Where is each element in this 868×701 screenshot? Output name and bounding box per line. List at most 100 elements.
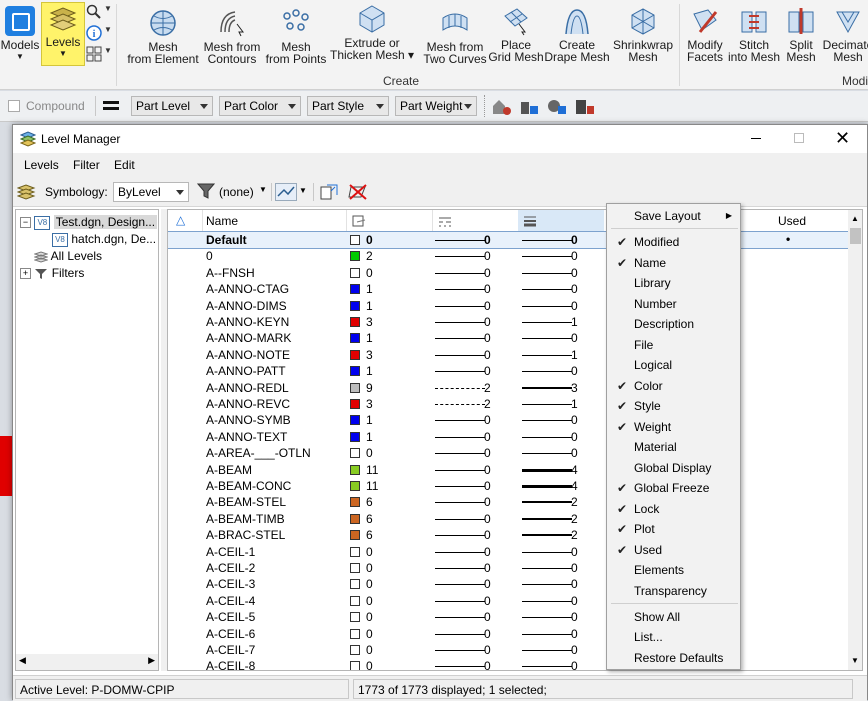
dropdown-arrow-icon[interactable]: ▼ <box>104 25 112 34</box>
shrinkwrap-mesh-button[interactable]: Shrinkwrap Mesh <box>610 2 676 63</box>
color-swatch[interactable] <box>350 546 360 557</box>
place-grid-mesh-button[interactable]: Place Grid Mesh <box>488 2 544 63</box>
scroll-left-icon[interactable]: ◀ <box>19 655 26 666</box>
scroll-right-icon[interactable]: ▶ <box>148 655 155 666</box>
level-plot-tool-icon[interactable] <box>574 96 596 116</box>
color-swatch[interactable] <box>350 333 360 344</box>
scroll-thumb[interactable] <box>850 228 861 244</box>
table-row[interactable]: A-AREA-___-OTLN 0 0 0 <box>168 445 848 461</box>
tree-item-hatch-dgn[interactable]: V8 hatch.dgn, De... <box>52 231 156 247</box>
table-row[interactable]: A-BEAM-CONC 11 0 4 <box>168 478 848 494</box>
models-button[interactable]: Models ▼ <box>0 2 40 63</box>
level-display-icon[interactable] <box>86 46 102 62</box>
color-swatch[interactable] <box>350 612 360 623</box>
new-level-icon[interactable] <box>16 183 37 201</box>
scroll-down-icon[interactable]: ▼ <box>851 656 859 665</box>
table-row[interactable]: A-ANNO-KEYN 3 0 1 <box>168 314 848 330</box>
color-swatch[interactable] <box>350 317 360 327</box>
menu-item-show-all[interactable]: Show All <box>607 607 740 627</box>
color-column-icon[interactable] <box>352 214 366 228</box>
menu-item-material[interactable]: Material <box>607 437 740 457</box>
filter-select[interactable]: (none) <box>219 185 254 199</box>
color-swatch[interactable] <box>350 382 360 393</box>
color-swatch[interactable] <box>350 481 360 491</box>
scroll-up-icon[interactable]: ▲ <box>851 214 859 223</box>
table-row[interactable]: A-CEIL-1 0 0 0 <box>168 544 848 560</box>
color-swatch[interactable] <box>350 366 360 377</box>
tree-item-all-levels[interactable]: All Levels <box>33 248 102 264</box>
table-row[interactable]: 0 2 0 0 <box>168 248 848 264</box>
table-row[interactable]: A-BEAM 11 0 4 <box>168 462 848 478</box>
menu-item-list[interactable]: List... <box>607 627 740 647</box>
table-row[interactable]: A-ANNO-CTAG 1 0 0 <box>168 281 848 297</box>
table-row[interactable]: A-ANNO-DIMS 1 0 0 <box>168 298 848 314</box>
menu-levels[interactable]: Levels <box>24 153 59 177</box>
table-row[interactable]: A-ANNO-NOTE 3 0 1 <box>168 347 848 363</box>
menu-item-restore-defaults[interactable]: Restore Defaults <box>607 648 740 668</box>
level-lock-tool-icon[interactable] <box>490 96 512 116</box>
tree-item-test-dgn[interactable]: − V8 Test.dgn, Design... <box>20 214 158 230</box>
split-mesh-button[interactable]: Split Mesh <box>782 2 820 63</box>
menu-item-plot[interactable]: ✔ Plot <box>607 519 740 539</box>
color-swatch[interactable] <box>350 300 360 311</box>
stitch-into-mesh-button[interactable]: Stitch into Mesh <box>728 2 780 63</box>
extrude-or-thicken-mesh-button[interactable]: Extrude or Thicken Mesh ▾ <box>330 2 414 61</box>
color-swatch[interactable] <box>350 399 360 409</box>
table-row[interactable]: A-ANNO-PATT 1 0 0 <box>168 363 848 379</box>
filter-dropdown-icon[interactable]: ▼ <box>259 185 267 194</box>
color-swatch[interactable] <box>350 530 360 541</box>
table-row[interactable]: A-BEAM-TIMB 6 0 2 <box>168 511 848 527</box>
menu-item-weight[interactable]: ✔ Weight <box>607 417 740 437</box>
compound-checkbox[interactable] <box>8 100 20 112</box>
level-freeze-tool-icon[interactable] <box>518 96 540 116</box>
menu-item-global-freeze[interactable]: ✔ Global Freeze <box>607 478 740 498</box>
collapse-icon[interactable]: − <box>20 217 31 229</box>
table-row[interactable]: A-CEIL-4 0 0 0 <box>168 593 848 609</box>
table-row[interactable]: A-CEIL-2 0 0 0 <box>168 560 848 576</box>
dropdown-arrow-icon[interactable]: ▼ <box>104 46 112 55</box>
info-icon[interactable]: i <box>86 25 102 41</box>
menu-item-global-display[interactable]: Global Display <box>607 458 740 478</box>
color-swatch[interactable] <box>350 563 360 573</box>
decimate-mesh-button[interactable]: Decimate Mesh <box>820 2 868 63</box>
symbology-select[interactable]: ByLevel <box>113 182 189 202</box>
line-weight-icon[interactable] <box>103 101 119 104</box>
table-row[interactable]: A-CEIL-3 0 0 0 <box>168 576 848 592</box>
table-row[interactable]: A-CEIL-6 0 0 0 <box>168 626 848 642</box>
dropdown-arrow-icon[interactable]: ▼ <box>104 4 112 13</box>
color-swatch[interactable] <box>350 431 360 442</box>
menu-item-logical[interactable]: Logical <box>607 355 740 375</box>
table-row[interactable]: A-ANNO-TEXT 1 0 0 <box>168 429 848 445</box>
menu-item-elements[interactable]: Elements <box>607 560 740 580</box>
style-column-icon[interactable] <box>438 214 452 228</box>
table-row[interactable]: A-CEIL-8 0 0 0 <box>168 658 848 670</box>
color-swatch[interactable] <box>350 513 360 524</box>
table-row[interactable]: A-ANNO-REVC 3 2 1 <box>168 396 848 412</box>
menu-item-save-layout[interactable]: Save Layout ▶ <box>607 206 740 226</box>
modified-column-icon[interactable]: △ <box>176 213 185 227</box>
menu-item-description[interactable]: Description <box>607 314 740 334</box>
display-dropdown-icon[interactable]: ▼ <box>299 186 307 195</box>
search-level-icon[interactable] <box>86 4 102 20</box>
modify-facets-button[interactable]: Modify Facets <box>682 2 728 63</box>
mesh-from-contours-button[interactable]: Mesh from Contours <box>202 2 262 65</box>
menu-item-modified[interactable]: ✔ Modified <box>607 232 740 252</box>
table-row[interactable]: A-CEIL-7 0 0 0 <box>168 642 848 658</box>
maximize-icon[interactable] <box>794 133 804 143</box>
tree-item-filters[interactable]: + Filters <box>20 265 84 281</box>
filter-funnel-icon[interactable] <box>196 182 216 200</box>
color-swatch[interactable] <box>350 497 360 508</box>
mesh-from-element-button[interactable]: Mesh from Element <box>124 2 202 65</box>
table-row[interactable]: A-ANNO-REDL 9 2 3 <box>168 380 848 396</box>
table-row[interactable]: A-ANNO-MARK 1 0 0 <box>168 330 848 346</box>
table-row[interactable]: A-BEAM-STEL 6 0 2 <box>168 494 848 510</box>
part-color-select[interactable]: Part Color <box>219 96 301 116</box>
menu-item-used[interactable]: ✔ Used <box>607 540 740 560</box>
table-row-selected[interactable]: Default 0 0 0 • <box>168 230 849 250</box>
menu-item-style[interactable]: ✔ Style <box>607 396 740 416</box>
menu-edit[interactable]: Edit <box>114 153 135 177</box>
mesh-from-two-curves-button[interactable]: Mesh from Two Curves <box>422 2 488 65</box>
menu-item-name[interactable]: ✔ Name <box>607 253 740 273</box>
color-swatch[interactable] <box>350 579 360 590</box>
menu-item-lock[interactable]: ✔ Lock <box>607 499 740 519</box>
